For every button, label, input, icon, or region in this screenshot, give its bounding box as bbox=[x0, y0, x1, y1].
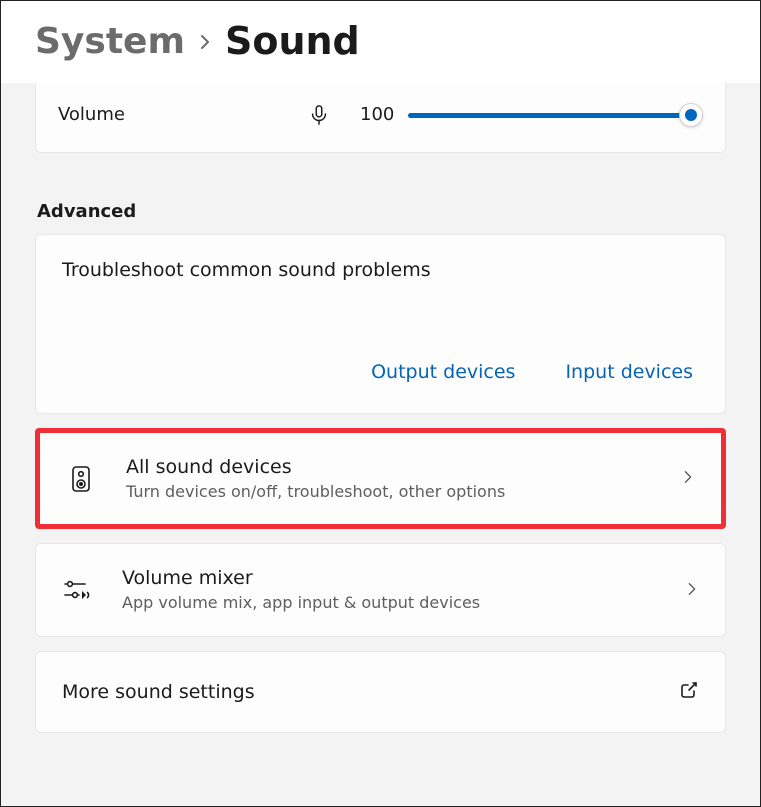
all-sound-devices-row[interactable]: All sound devices Turn devices on/off, t… bbox=[35, 428, 726, 529]
chevron-right-icon bbox=[685, 581, 699, 600]
output-devices-link[interactable]: Output devices bbox=[371, 361, 515, 383]
input-devices-link[interactable]: Input devices bbox=[565, 361, 693, 383]
breadcrumb-parent[interactable]: System bbox=[35, 21, 185, 62]
breadcrumb-current: Sound bbox=[225, 19, 360, 63]
volume-card: Volume 100 bbox=[35, 83, 726, 153]
more-title: More sound settings bbox=[62, 681, 679, 703]
volume-mixer-row[interactable]: Volume mixer App volume mix, app input &… bbox=[35, 543, 726, 636]
all-devices-title: All sound devices bbox=[126, 455, 681, 480]
chevron-right-icon bbox=[197, 28, 213, 54]
advanced-section-title: Advanced bbox=[37, 201, 726, 222]
mixer-title: Volume mixer bbox=[122, 566, 685, 591]
content-panel: Volume 100 Advanced Troubleshoot common … bbox=[1, 83, 760, 806]
open-external-icon bbox=[679, 680, 699, 704]
volume-value: 100 bbox=[360, 104, 408, 125]
mixer-sub: App volume mix, app input & output devic… bbox=[122, 593, 685, 614]
volume-label: Volume bbox=[58, 104, 308, 125]
slider-thumb[interactable] bbox=[679, 103, 703, 127]
speaker-device-icon bbox=[66, 465, 96, 493]
troubleshoot-card: Troubleshoot common sound problems Outpu… bbox=[35, 234, 726, 414]
troubleshoot-title: Troubleshoot common sound problems bbox=[62, 259, 699, 281]
mixer-icon bbox=[62, 578, 92, 602]
chevron-right-icon bbox=[681, 469, 695, 488]
more-sound-settings-row[interactable]: More sound settings bbox=[35, 651, 726, 733]
microphone-icon[interactable] bbox=[308, 104, 360, 126]
volume-slider[interactable] bbox=[408, 103, 703, 127]
all-devices-sub: Turn devices on/off, troubleshoot, other… bbox=[126, 482, 681, 503]
breadcrumb: System Sound bbox=[1, 1, 760, 83]
